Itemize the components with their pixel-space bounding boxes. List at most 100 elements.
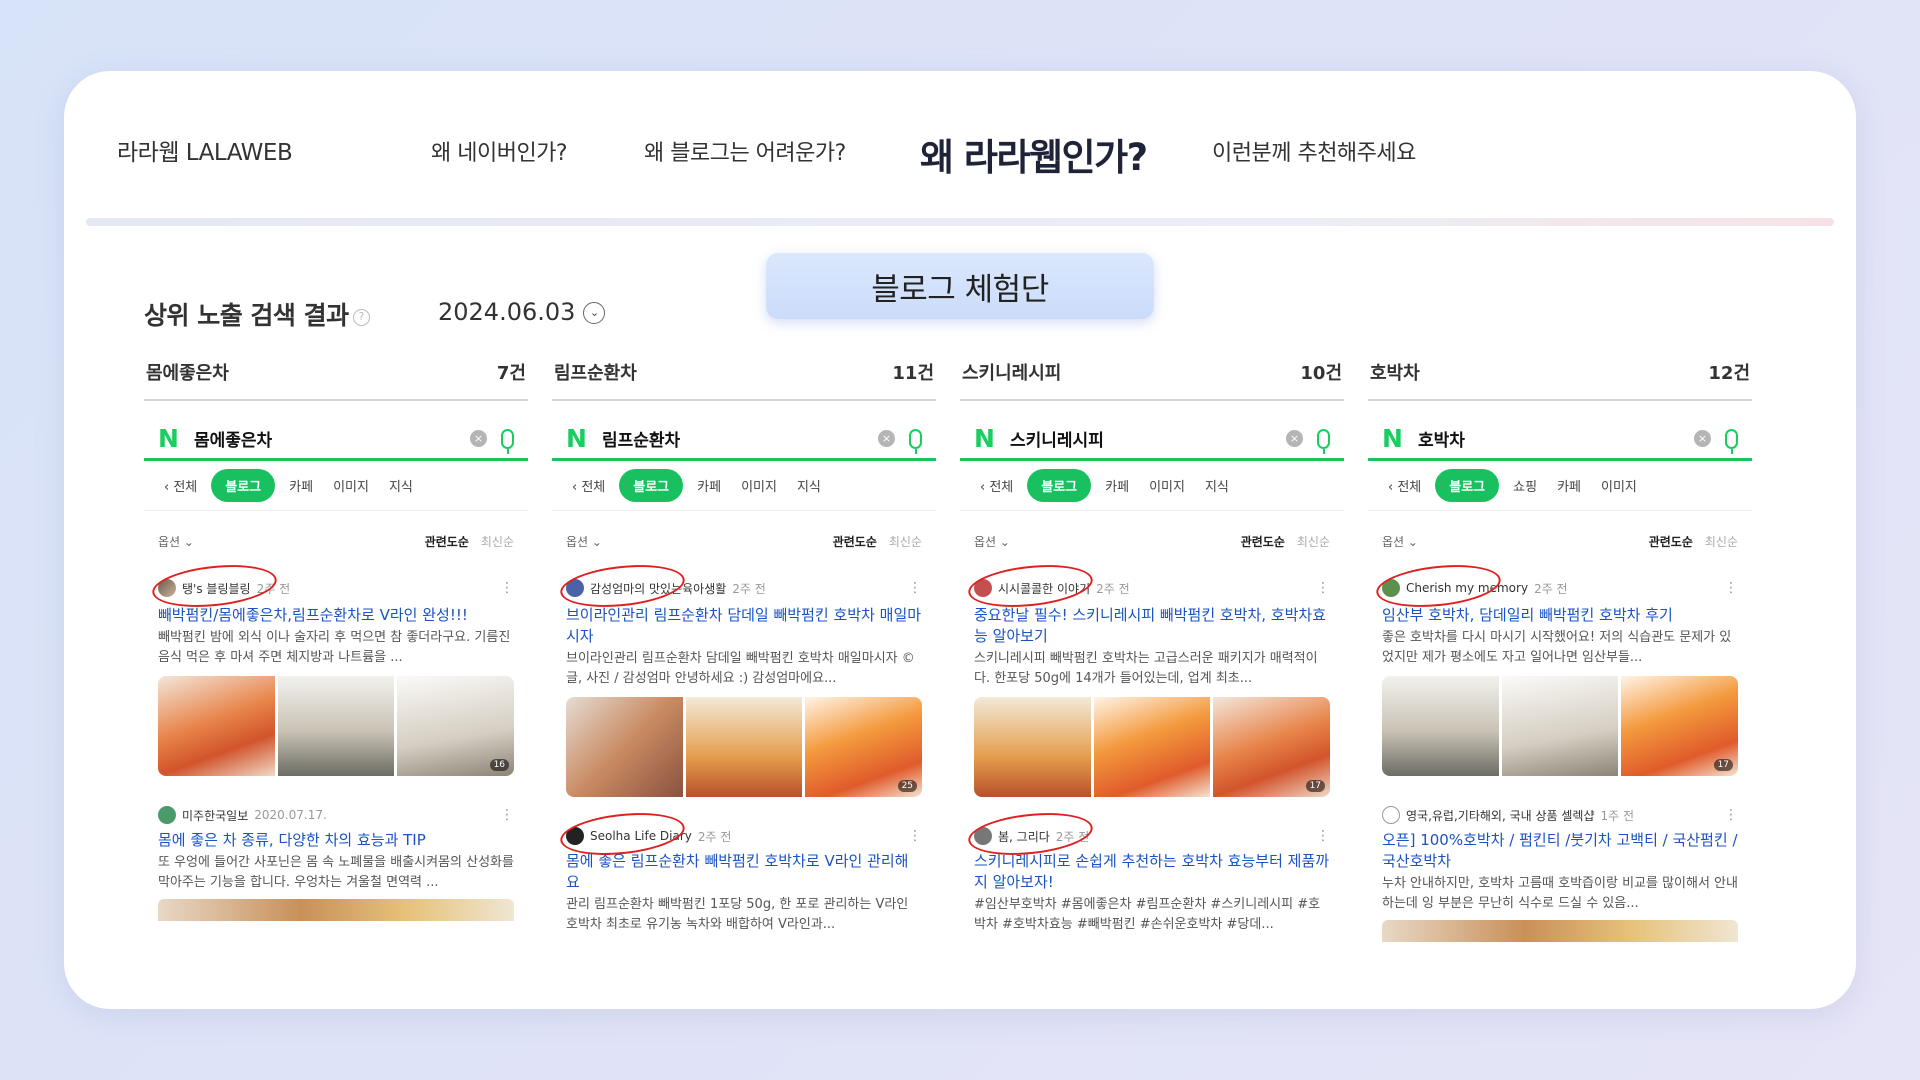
tab-blog[interactable]: 블로그 xyxy=(1435,469,1500,502)
post-author[interactable]: 미주한국일보 xyxy=(182,807,248,824)
mic-icon[interactable] xyxy=(909,428,922,454)
brand-logo[interactable]: 라라웹 LALAWEB xyxy=(117,133,293,167)
blog-post[interactable]: 감성엄마의 맛있는육아생활 2주 전 ⋮ 브이라인관리 림프순환차 담데일 빼박펌킨… xyxy=(552,559,936,797)
clear-icon[interactable]: × xyxy=(1694,430,1711,447)
result-count: 10건 xyxy=(1300,363,1342,384)
clear-icon[interactable]: × xyxy=(1286,430,1303,447)
sort-latest[interactable]: 최신순 xyxy=(1297,535,1330,549)
options-dropdown[interactable]: 옵션 ⌄ xyxy=(158,533,194,550)
naver-search-bar[interactable]: N 림프순환차 × xyxy=(552,419,936,461)
blog-post[interactable]: Cherish my memory 2주 전 ⋮ 임산부 호박차, 담데일리 빼박펌… xyxy=(1368,559,1752,776)
post-title[interactable]: 임산부 호박차, 담데일리 빼박펌킨 호박차 후기 xyxy=(1382,605,1738,626)
tab-knowledge[interactable]: 지식 xyxy=(1199,471,1235,500)
search-query[interactable]: 몸에좋은차 xyxy=(194,426,470,451)
blog-post[interactable]: Seolha Life Diary 2주 전 ⋮ 몸에 좋은 림프순환차 빼박펌킨 … xyxy=(552,807,936,935)
more-icon[interactable]: ⋮ xyxy=(908,580,922,596)
options-dropdown[interactable]: 옵션 ⌄ xyxy=(974,533,1010,550)
thumbnail: 17 xyxy=(1213,697,1330,797)
blog-post[interactable]: 시시콜콜한 이야기 2주 전 ⋮ 중요한날 필수! 스키니레시피 빼박펌킨 호박차,… xyxy=(960,559,1344,797)
post-thumbnails[interactable]: 25 xyxy=(566,697,922,797)
tab-all[interactable]: ‹ 전체 xyxy=(566,471,611,500)
result-count: 7건 xyxy=(496,363,526,384)
sort-relevance[interactable]: 관련도순 xyxy=(1241,535,1285,549)
post-title[interactable]: 브이라인관리 림프순환차 담데일 빼박펌킨 호박차 매일마시자 xyxy=(566,605,922,647)
result-column-1: 몸에좋은차 7건 N 몸에좋은차 × ‹ 전체 블로그 카페 이미지 지식 옵션 ⌄ 관련도순 최… xyxy=(144,359,528,1009)
tab-all[interactable]: ‹ 전체 xyxy=(158,471,203,500)
tab-cafe[interactable]: 카페 xyxy=(691,471,727,500)
post-snippet: 관리 림프순환차 빼박펌킨 1포당 50g, 한 포로 관리하는 V라인 호박차… xyxy=(566,897,909,932)
tab-blog[interactable]: 블로그 xyxy=(1027,469,1092,502)
clear-icon[interactable]: × xyxy=(470,430,487,447)
post-title[interactable]: 오픈] 100%호박차 / 펌킨티 /붓기차 고백티 / 국산펌킨 / 국산호박… xyxy=(1382,830,1738,872)
post-thumbnails[interactable]: 17 xyxy=(1382,676,1738,776)
tab-image[interactable]: 이미지 xyxy=(735,471,783,500)
tab-shopping[interactable]: 쇼핑 xyxy=(1507,471,1543,500)
tab-all[interactable]: ‹ 전체 xyxy=(1382,471,1427,500)
nav-item-why-naver[interactable]: 왜 네이버인가? xyxy=(431,135,568,167)
options-dropdown[interactable]: 옵션 ⌄ xyxy=(1382,533,1418,550)
help-icon[interactable]: ? xyxy=(352,308,370,326)
post-title[interactable]: 중요한날 필수! 스키니레시피 빼박펌킨 호박차, 호박차효능 알아보기 xyxy=(974,605,1330,647)
naver-search-bar[interactable]: N 스키니레시피 × xyxy=(960,419,1344,461)
nav-item-recommend[interactable]: 이런분께 추천해주세요 xyxy=(1212,135,1416,167)
chevron-down-icon[interactable]: ⌄ xyxy=(583,302,606,324)
tab-blog[interactable]: 블로그 xyxy=(619,469,684,502)
post-time: 2주 전 xyxy=(732,581,766,596)
blog-post[interactable]: 봄, 그리다 2주 전 ⋮ 스키니레시피로 손쉽게 추천하는 호박차 효능부터 제품… xyxy=(960,807,1344,935)
mic-icon[interactable] xyxy=(1725,428,1738,454)
post-title[interactable]: 몸에 좋은 차 종류, 다양한 차의 효능과 TIP xyxy=(158,830,514,851)
tab-image[interactable]: 이미지 xyxy=(1595,471,1643,500)
mic-icon[interactable] xyxy=(501,428,514,454)
search-query[interactable]: 림프순환차 xyxy=(602,426,878,451)
post-author[interactable]: 영국,유럽,기타해외, 국내 상품 셀렉샵 xyxy=(1406,807,1595,824)
post-title[interactable]: 몸에 좋은 림프순환차 빼박펌킨 호박차로 V라인 관리해요 xyxy=(566,851,922,893)
tab-cafe[interactable]: 카페 xyxy=(1099,471,1135,500)
sort-relevance[interactable]: 관련도순 xyxy=(1649,535,1693,549)
blog-post[interactable]: 영국,유럽,기타해외, 국내 상품 셀렉샵 1주 전 ⋮ 오픈] 100%호박차 /… xyxy=(1368,798,1752,942)
avatar xyxy=(158,806,176,824)
blog-post[interactable]: 미주한국일보 2020.07.17. ⋮ 몸에 좋은 차 종류, 다양한 차의 효능… xyxy=(144,798,528,921)
tab-cafe[interactable]: 카페 xyxy=(283,471,319,500)
sort-latest[interactable]: 최신순 xyxy=(481,535,514,549)
more-icon[interactable]: ⋮ xyxy=(1316,580,1330,596)
tab-blog[interactable]: 블로그 xyxy=(211,469,276,502)
nav-divider xyxy=(86,218,1834,226)
options-dropdown[interactable]: 옵션 ⌄ xyxy=(566,533,602,550)
sort-relevance[interactable]: 관련도순 xyxy=(425,535,469,549)
mic-icon[interactable] xyxy=(1317,428,1330,454)
naver-search-bar[interactable]: N 호박차 × xyxy=(1368,419,1752,461)
naver-search-bar[interactable]: N 몸에좋은차 × xyxy=(144,419,528,461)
post-thumbnails[interactable]: 17 xyxy=(974,697,1330,797)
tab-knowledge[interactable]: 지식 xyxy=(791,471,827,500)
column-header: 몸에좋은차 7건 xyxy=(144,359,528,401)
nav-item-why-lalaweb[interactable]: 왜 라라웹인가? xyxy=(920,127,1148,181)
sort-relevance[interactable]: 관련도순 xyxy=(833,535,877,549)
post-title[interactable]: 스키니레시피로 손쉽게 추천하는 호박차 효능부터 제품까지 알아보자! xyxy=(974,851,1330,893)
more-icon[interactable]: ⋮ xyxy=(1316,828,1330,844)
tab-image[interactable]: 이미지 xyxy=(1143,471,1191,500)
blog-post[interactable]: 탱's 블링블링 2주 전 ⋮ 빼박펌킨/몸에좋은차,림프순환차로 V라인 완성!!… xyxy=(144,559,528,776)
nav-item-why-blog-hard[interactable]: 왜 블로그는 어려운가? xyxy=(644,135,846,167)
more-icon[interactable]: ⋮ xyxy=(1724,807,1738,823)
thumbnail: 17 xyxy=(1621,676,1738,776)
thumbnail xyxy=(1382,676,1499,776)
naver-n-icon: N xyxy=(1382,424,1403,453)
sort-latest[interactable]: 최신순 xyxy=(1705,535,1738,549)
more-icon[interactable]: ⋮ xyxy=(500,580,514,596)
search-query[interactable]: 호박차 xyxy=(1418,426,1694,451)
tab-all[interactable]: ‹ 전체 xyxy=(974,471,1019,500)
more-icon[interactable]: ⋮ xyxy=(1724,580,1738,596)
more-icon[interactable]: ⋮ xyxy=(908,828,922,844)
post-thumbnails[interactable]: 16 xyxy=(158,676,514,776)
more-icon[interactable]: ⋮ xyxy=(500,807,514,823)
search-query[interactable]: 스키니레시피 xyxy=(1010,426,1286,451)
sort-latest[interactable]: 최신순 xyxy=(889,535,922,549)
clear-icon[interactable]: × xyxy=(878,430,895,447)
tab-knowledge[interactable]: 지식 xyxy=(383,471,419,500)
tab-image[interactable]: 이미지 xyxy=(327,471,375,500)
sort-options: 옵션 ⌄ 관련도순 최신순 xyxy=(552,511,936,571)
post-title[interactable]: 빼박펌킨/몸에좋은차,림프순환차로 V라인 완성!!! xyxy=(158,605,514,626)
image-count: 16 xyxy=(489,759,510,771)
post-time: 2주 전 xyxy=(697,829,732,844)
tab-cafe[interactable]: 카페 xyxy=(1551,471,1587,500)
